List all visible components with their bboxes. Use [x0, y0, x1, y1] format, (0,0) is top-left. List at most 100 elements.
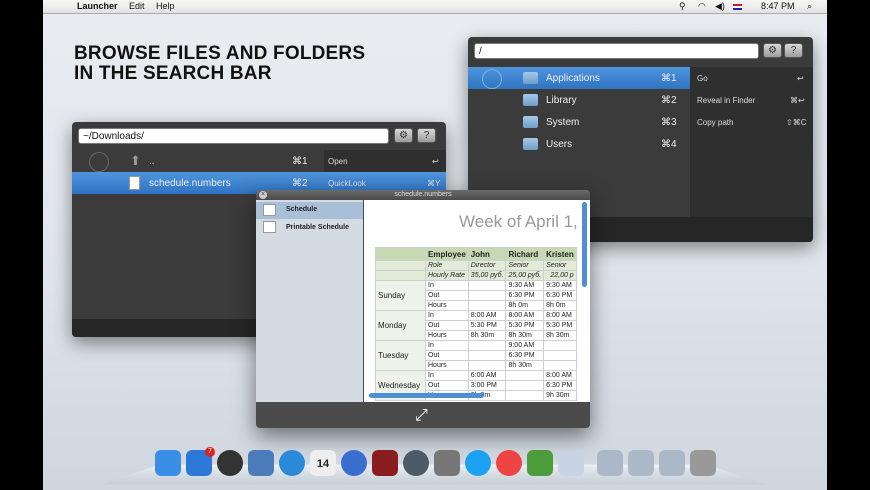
cell: Out: [425, 350, 469, 361]
photo-booth-icon[interactable]: [372, 450, 398, 476]
result-label: Library: [546, 95, 577, 106]
applications-folder-icon[interactable]: [597, 450, 623, 476]
help-button[interactable]: ?: [784, 43, 803, 58]
action-go[interactable]: Go: [697, 74, 708, 83]
fullscreen-icon[interactable]: ⤢: [415, 407, 428, 425]
vertical-scrollbar[interactable]: [582, 202, 587, 287]
cell: [543, 340, 577, 351]
corner-cell: [375, 247, 426, 261]
schedule-body: Sunday In 9:30 AM 9:30 AM Out 6:30 PM 6:30 PM H…: [375, 280, 577, 401]
search-input[interactable]: /: [474, 43, 759, 59]
col-header: Kristen: [543, 247, 577, 261]
result-shortcut: ⌘4: [661, 139, 677, 150]
result-label: Users: [546, 139, 573, 150]
desktop: Launcher Edit Help ⚲ ◠ ◀) 8:47 PM ⌕ BROW…: [43, 0, 827, 490]
clock[interactable]: 8:47 PM: [761, 1, 795, 11]
adium-icon[interactable]: [527, 450, 553, 476]
cell: 8:00 AM: [543, 370, 577, 381]
cell: In: [425, 340, 469, 351]
action-reveal[interactable]: Reveal in Finder: [697, 96, 755, 105]
result-row-system[interactable]: System ⌘3: [468, 111, 690, 133]
cell: Role: [425, 260, 469, 271]
cell: 6:00 AM: [467, 370, 507, 381]
itunes-icon[interactable]: [341, 450, 367, 476]
time-machine-icon[interactable]: [403, 450, 429, 476]
back-circle-icon[interactable]: [482, 69, 502, 89]
action-open[interactable]: Open: [328, 157, 348, 166]
numbers-file-icon: [129, 176, 140, 190]
day-cell: Monday: [375, 310, 426, 341]
cell: 5:30 PM: [505, 320, 545, 331]
result-shortcut: ⌘1: [292, 156, 308, 167]
cell: 6:30 PM: [505, 290, 545, 301]
finder-icon[interactable]: [155, 450, 181, 476]
skype-icon[interactable]: [465, 450, 491, 476]
result-shortcut: ⌘2: [292, 178, 308, 189]
calendar-day: 14: [316, 458, 330, 470]
action-copy-path-shortcut: ⇧⌘C: [786, 118, 807, 127]
system-preferences-icon[interactable]: [434, 450, 460, 476]
cell: In: [425, 370, 469, 381]
menu-help[interactable]: Help: [156, 1, 175, 11]
cell: 6:30 PM: [543, 290, 577, 301]
menu-edit[interactable]: Edit: [129, 1, 145, 11]
action-copy-path[interactable]: Copy path: [697, 118, 733, 127]
table-row: Tuesday In 9:00 AM: [375, 340, 577, 371]
horizontal-scrollbar[interactable]: [369, 393, 484, 398]
cell: Hourly Rate: [425, 270, 469, 281]
trash-icon[interactable]: [690, 450, 716, 476]
cell: In: [425, 280, 469, 291]
documents-folder-icon[interactable]: [628, 450, 654, 476]
result-row-library[interactable]: Library ⌘2: [468, 89, 690, 111]
cell: 6:30 PM: [543, 380, 577, 391]
headline-line-2: IN THE SEARCH BAR: [74, 63, 272, 84]
app-store-icon[interactable]: 7: [186, 447, 215, 476]
cell: Out: [425, 320, 469, 331]
result-row-applications[interactable]: Applications ⌘1: [468, 67, 690, 89]
tag-icon[interactable]: ⚲: [679, 1, 686, 12]
cell: Out: [425, 380, 469, 391]
table-row: Sunday In 9:30 AM 9:30 AM: [375, 280, 577, 311]
preview-icon[interactable]: [248, 450, 274, 476]
cell: 8h 0m: [543, 300, 577, 311]
result-row-users[interactable]: Users ⌘4: [468, 133, 690, 155]
back-circle-icon[interactable]: [89, 152, 109, 172]
result-label: schedule.numbers: [149, 178, 231, 189]
gear-icon[interactable]: ⚙: [763, 43, 782, 58]
result-row-parent[interactable]: ⬆ .. ⌘1: [72, 150, 324, 172]
schedule-table: Employee John Richard Kristen Role Direc…: [375, 247, 577, 401]
cell: 9:30 AM: [505, 280, 545, 291]
chrome-icon[interactable]: [496, 450, 522, 476]
result-shortcut: ⌘1: [661, 73, 677, 84]
cell: [467, 350, 507, 361]
cell: 8:00 AM: [543, 310, 577, 321]
cell: [467, 280, 507, 291]
col-header: John: [467, 247, 507, 261]
dashboard-icon[interactable]: [217, 450, 243, 476]
cell: [467, 290, 507, 301]
action-quicklook[interactable]: QuickLook: [328, 179, 366, 188]
rocket-icon[interactable]: [558, 450, 584, 476]
help-button[interactable]: ?: [417, 128, 436, 143]
input-flag-icon[interactable]: [733, 4, 742, 10]
quicklook-title: schedule.numbers: [394, 191, 452, 198]
search-input[interactable]: ~/Downloads/: [78, 128, 389, 144]
headline: BROWSE FILES AND FOLDERS IN THE SEARCH B…: [74, 44, 365, 84]
downloads-folder-icon[interactable]: [659, 450, 685, 476]
users-folder-icon: [523, 138, 538, 150]
calendar-icon[interactable]: 14: [310, 450, 336, 476]
safari-icon[interactable]: [279, 450, 305, 476]
doc-title: Week of April 1,: [459, 212, 578, 231]
sheet-icon: [263, 204, 276, 216]
gear-icon[interactable]: ⚙: [394, 128, 413, 143]
sheet-item-printable[interactable]: Printable Schedule: [286, 224, 349, 231]
cell: 25,00 руб.: [505, 270, 545, 281]
cell: Senior: [505, 260, 545, 271]
wifi-icon[interactable]: ◠: [698, 1, 706, 12]
volume-icon[interactable]: ◀): [715, 1, 725, 12]
sheet-sidebar: Schedule Printable Schedule: [256, 200, 363, 402]
spotlight-icon[interactable]: ⌕: [807, 1, 812, 12]
cell: 9:00 AM: [505, 340, 545, 351]
menu-app-name[interactable]: Launcher: [77, 1, 118, 11]
sheet-item-schedule[interactable]: Schedule: [286, 206, 317, 213]
